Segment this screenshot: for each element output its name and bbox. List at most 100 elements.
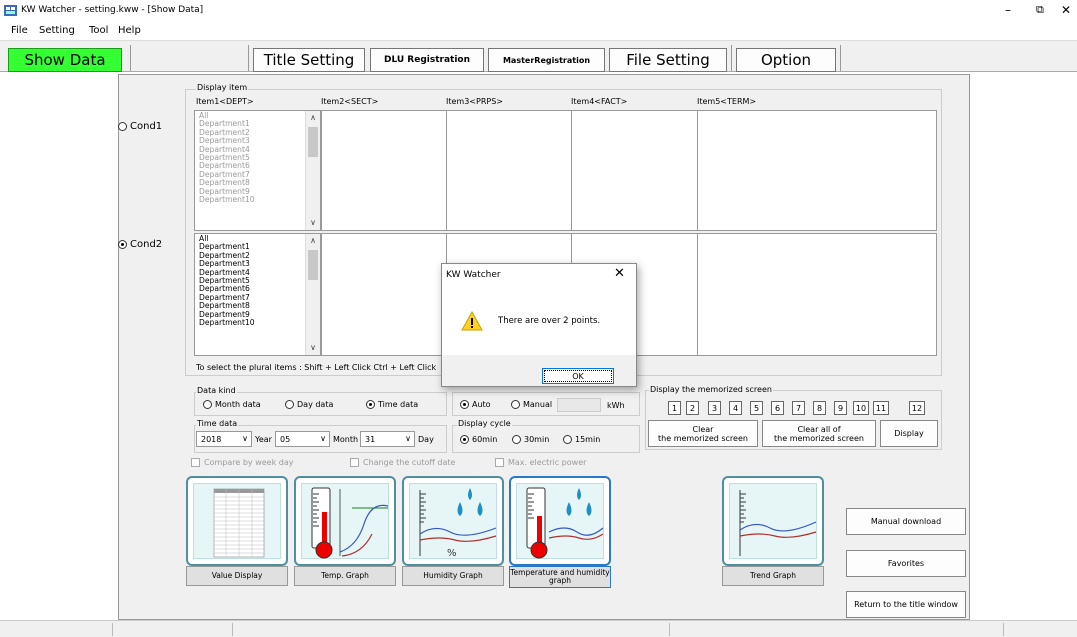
radio-indicator [203,400,212,409]
memory-slot-button[interactable]: 8 [813,401,826,415]
menu-setting[interactable]: Setting [39,25,75,36]
radio-indicator [118,240,127,249]
value-display-card[interactable]: Value Display [186,476,288,590]
radio-indicator [285,400,294,409]
chevron-up-icon[interactable]: ∧ [306,112,320,124]
minimize-button[interactable]: – [1005,3,1011,17]
compare-weekday-checkbox[interactable]: Compare by week day [191,458,293,467]
display-memorized-button[interactable]: Display [880,420,938,447]
max-power-label: Max. electric power [508,458,587,467]
temp-humidity-graph-card[interactable]: Temperature and humidity graph [509,476,611,590]
auto-label: Auto [472,400,491,409]
favorites-button[interactable]: Favorites [846,550,966,577]
change-cutoff-checkbox[interactable]: Change the cutoff date [350,458,455,467]
memory-slot-button[interactable]: 4 [729,401,742,415]
display-cycle-label: Display cycle [457,419,512,428]
memory-slot-button[interactable]: 3 [708,401,721,415]
cond1-prps-cell[interactable] [446,110,572,231]
trend-graph-card[interactable]: Trend Graph [722,476,824,590]
memory-slot-button[interactable]: 6 [771,401,784,415]
list-item[interactable]: Department10 [199,318,255,327]
clear-all-memorized-button[interactable]: Clear all of the memorized screen [762,420,876,447]
cond1-dept-listbox[interactable]: All Department1 Department2 Department3 … [194,110,321,231]
menu-file[interactable]: File [11,25,28,36]
menu-help[interactable]: Help [118,25,141,36]
scrollbar[interactable]: ∧ ∨ [305,234,320,355]
scroll-thumb[interactable] [308,127,318,157]
dlu-registration-button[interactable]: DLU Registration [370,48,484,72]
manual-download-button[interactable]: Manual download [846,508,966,535]
chevron-down-icon: ∨ [405,434,411,443]
day-data-radio[interactable]: Day data [285,400,333,409]
memory-slot-button[interactable]: 9 [834,401,847,415]
scrollbar[interactable]: ∧ ∨ [305,111,320,230]
cond1-label: Cond1 [130,121,163,132]
chevron-up-icon[interactable]: ∧ [306,235,320,247]
cond1-fact-cell[interactable] [571,110,698,231]
auto-radio[interactable]: Auto [460,400,491,409]
manual-radio[interactable]: Manual [511,400,552,409]
temp-graph-label: Temp. Graph [294,566,396,586]
memory-slot-button[interactable]: 11 [873,401,889,415]
column-header-item5: Item5<TERM> [697,97,757,106]
cycle-30min-radio[interactable]: 30min [512,435,549,444]
cycle-30min-label: 30min [524,435,550,444]
cond2-dept-listbox[interactable]: All Department1 Department2 Department3 … [194,233,321,356]
change-cutoff-label: Change the cutoff date [363,458,456,467]
cond2-radio[interactable]: Cond2 [118,239,162,250]
cond1-radio[interactable]: Cond1 [118,121,162,132]
icon-bg [729,483,817,559]
status-divider [1003,623,1004,636]
option-button[interactable]: Option [736,48,836,72]
manual-label: Manual [523,400,553,409]
restore-button[interactable]: ⧉ [1036,3,1044,17]
memory-slot-button[interactable]: 10 [853,401,869,415]
cycle-60min-radio[interactable]: 60min [460,435,497,444]
status-divider [112,623,113,636]
temp-graph-card[interactable]: Temp. Graph [294,476,396,590]
cycle-15min-radio[interactable]: 15min [563,435,600,444]
chevron-down-icon[interactable]: ∨ [306,217,320,229]
close-window-button[interactable]: ✕ [1061,3,1071,17]
ok-button[interactable]: OK [542,368,614,384]
cond2-sect-cell[interactable] [321,233,447,356]
show-data-button[interactable]: Show Data [8,48,122,72]
month-data-radio[interactable]: Month data [203,400,261,409]
humidity-graph-card[interactable]: % Humidity Graph [402,476,504,590]
month-select[interactable]: 05 ∨ [275,431,330,447]
year-select[interactable]: 2018 ∨ [196,431,252,447]
chevron-down-icon[interactable]: ∨ [306,342,320,354]
dialog-close-icon[interactable]: ✕ [614,266,625,281]
menu-tool[interactable]: Tool [89,25,108,36]
memory-slot-button[interactable]: 2 [686,401,699,415]
menu-bar: File Setting Tool Help [0,22,1077,40]
cycle-60min-label: 60min [472,435,498,444]
scroll-thumb[interactable] [308,250,318,280]
toolbar-divider [840,45,841,71]
memory-slot-button[interactable]: 1 [668,401,681,415]
trend-graph-label: Trend Graph [722,566,824,586]
manual-value-field[interactable] [557,398,601,412]
radio-indicator [366,400,375,409]
display-item-label: Display item [196,83,249,92]
memory-slot-button[interactable]: 5 [750,401,763,415]
max-power-checkbox[interactable]: Max. electric power [495,458,586,467]
memory-slot-button[interactable]: 12 [909,401,925,415]
cond1-term-cell[interactable] [697,110,937,231]
master-registration-button[interactable]: MasterRegistration [488,48,605,72]
clear-memorized-button[interactable]: Clear the memorized screen [648,420,758,447]
day-select[interactable]: 31 ∨ [360,431,415,447]
time-data-radio[interactable]: Time data [366,400,418,409]
title-setting-button[interactable]: Title Setting [253,48,365,72]
app-icon [4,5,17,16]
cond2-term-cell[interactable] [697,233,937,356]
temp-humidity-graph-label: Temperature and humidity graph [509,566,611,588]
cond1-sect-cell[interactable] [321,110,447,231]
memorized-label: Display the memorized screen [649,385,773,394]
column-header-item3: Item3<PRPS> [446,97,503,106]
status-divider [669,623,670,636]
file-setting-button[interactable]: File Setting [609,48,727,72]
return-title-button[interactable]: Return to the title window [846,591,966,618]
alert-dialog: KW Watcher ✕ There are over 2 points. OK [441,263,637,387]
memory-slot-button[interactable]: 7 [792,401,805,415]
